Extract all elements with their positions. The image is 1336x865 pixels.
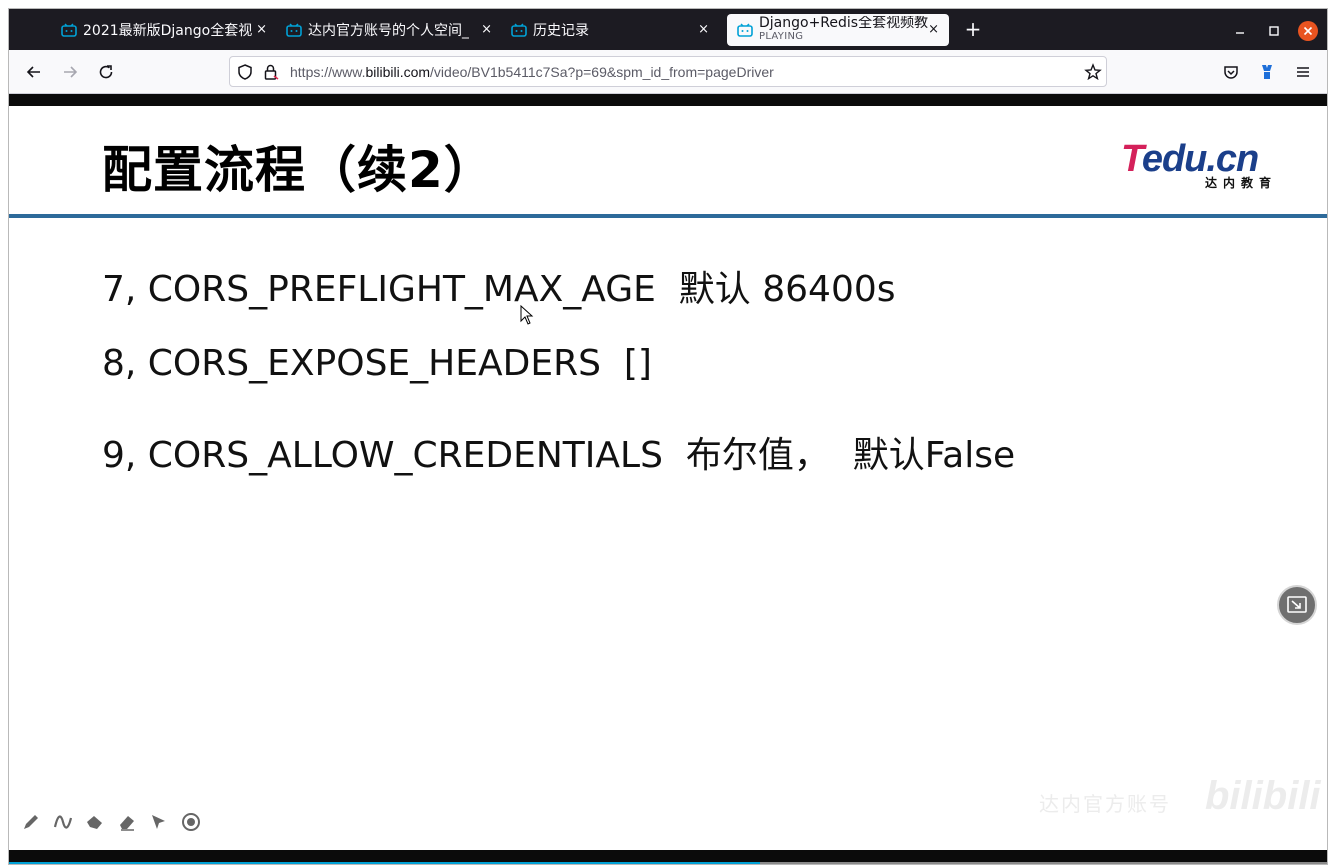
tedu-logo: Tedu.cn 达内教育 bbox=[1121, 138, 1277, 190]
browser-window: 2021最新版Django全套视 × 达内官方账号的个人空间_ × 历史记录 ×… bbox=[8, 8, 1328, 865]
highlighter-icon[interactable] bbox=[85, 812, 105, 832]
slide-title: 配置流程（续2） bbox=[102, 141, 495, 199]
lock-icon[interactable] bbox=[262, 63, 280, 81]
star-icon[interactable] bbox=[1084, 63, 1102, 81]
tab-label: Django+Redis全套视频教 bbox=[759, 16, 929, 30]
extension-icon bbox=[1262, 65, 1272, 79]
tab-django-redis-active[interactable]: Django+Redis全套视频教 PLAYING × bbox=[727, 14, 949, 46]
pocket-icon bbox=[1224, 66, 1238, 79]
back-arrow-icon bbox=[26, 66, 40, 78]
navigation-toolbar: https://www.bilibili.com/video/BV1b5411c… bbox=[9, 50, 1327, 94]
forward-arrow-icon bbox=[64, 66, 78, 78]
shield-icon[interactable] bbox=[236, 63, 254, 81]
slide-line-9: 9, CORS_ALLOW_CREDENTIALS 布尔值， 默认False bbox=[102, 435, 1016, 476]
slide-line-7: 7, CORS_PREFLIGHT_MAX_AGE 默认 86400s bbox=[102, 269, 896, 310]
annotation-toolbar bbox=[21, 812, 201, 832]
picture-in-picture-button[interactable] bbox=[1277, 585, 1317, 625]
bilibili-tab-icon bbox=[286, 23, 302, 37]
menu-icon bbox=[1297, 67, 1309, 77]
minimize-button[interactable] bbox=[1230, 21, 1250, 41]
letterbox-bottom bbox=[9, 850, 1327, 862]
pocket-button[interactable] bbox=[1219, 60, 1243, 84]
record-icon[interactable] bbox=[181, 812, 201, 832]
letterbox-top bbox=[9, 94, 1327, 106]
tab-label: 2021最新版Django全套视 bbox=[83, 23, 253, 39]
extension-button[interactable] bbox=[1255, 60, 1279, 84]
tab-close-button[interactable]: × bbox=[481, 22, 492, 38]
app-menu-button[interactable] bbox=[1291, 60, 1315, 84]
video-player[interactable]: 配置流程（续2） Tedu.cn 达内教育 7, CORS_PREFLIGHT_… bbox=[9, 94, 1327, 864]
pip-icon bbox=[1287, 596, 1307, 613]
maximize-button[interactable] bbox=[1264, 21, 1284, 41]
reload-icon bbox=[99, 65, 113, 79]
back-button[interactable] bbox=[22, 60, 46, 84]
url-text[interactable]: https://www.bilibili.com/video/BV1b5411c… bbox=[290, 64, 774, 80]
mouse-pointer-icon bbox=[520, 305, 534, 325]
tab-history[interactable]: 历史记录 × bbox=[501, 14, 719, 46]
bilibili-tab-icon bbox=[511, 23, 527, 37]
bilibili-tab-icon bbox=[61, 23, 77, 37]
tab-playing-indicator: PLAYING bbox=[759, 31, 804, 42]
new-tab-button[interactable]: + bbox=[961, 17, 985, 41]
window-close-button[interactable] bbox=[1298, 21, 1318, 41]
title-divider bbox=[9, 214, 1327, 218]
slide-line-8: 8, CORS_EXPOSE_HEADERS [] bbox=[102, 343, 652, 384]
tab-close-button[interactable]: × bbox=[256, 22, 267, 38]
forward-button[interactable] bbox=[58, 60, 82, 84]
pointer-icon[interactable] bbox=[149, 812, 169, 832]
url-bar[interactable]: https://www.bilibili.com/video/BV1b5411c… bbox=[229, 56, 1107, 87]
tab-strip: 2021最新版Django全套视 × 达内官方账号的个人空间_ × 历史记录 ×… bbox=[9, 9, 1327, 50]
pen-icon[interactable] bbox=[21, 812, 41, 832]
tab-close-button[interactable]: × bbox=[698, 22, 709, 38]
tab-django-course[interactable]: 2021最新版Django全套视 × bbox=[51, 14, 269, 46]
tab-label: 历史记录 bbox=[533, 23, 589, 39]
curve-icon[interactable] bbox=[53, 812, 73, 832]
tab-label: 达内官方账号的个人空间_ bbox=[308, 23, 469, 39]
bilibili-tab-icon bbox=[737, 23, 753, 37]
eraser-icon[interactable] bbox=[117, 812, 137, 832]
tab-tedu-space[interactable]: 达内官方账号的个人空间_ × bbox=[276, 14, 494, 46]
reload-button[interactable] bbox=[94, 60, 118, 84]
tab-close-button[interactable]: × bbox=[928, 22, 939, 38]
